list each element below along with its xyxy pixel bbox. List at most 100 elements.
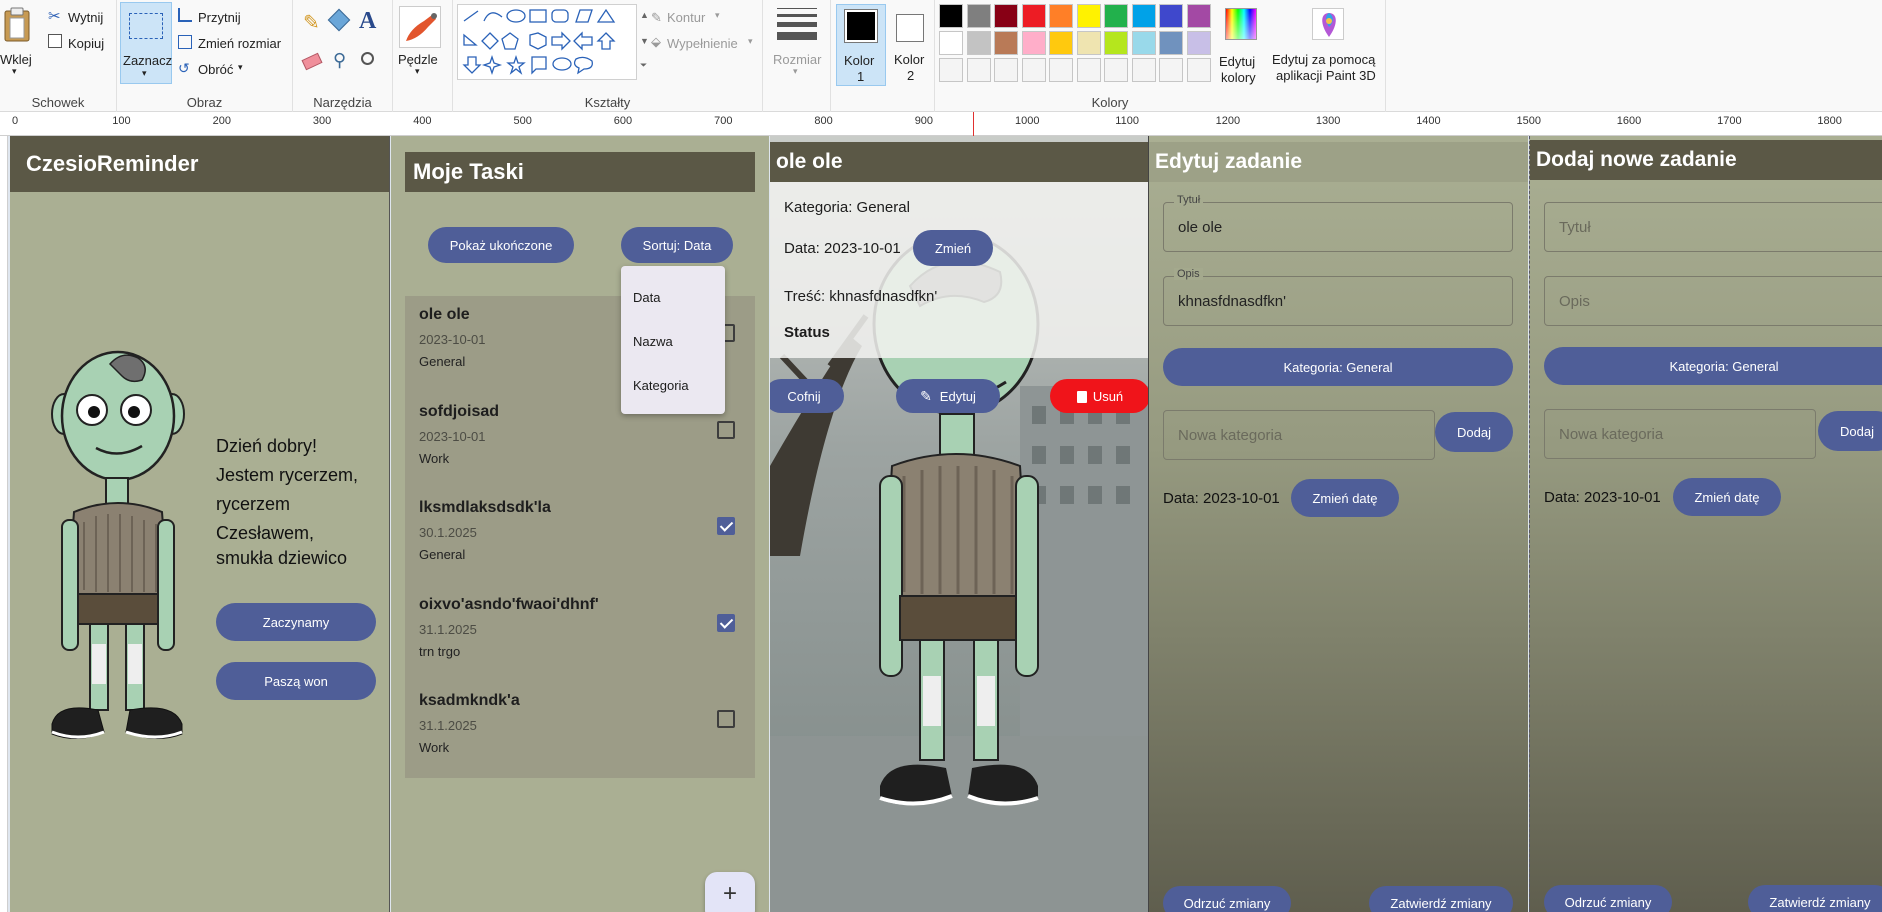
edit-change-date-button[interactable]: Zmień datę [1291,479,1399,517]
size-button[interactable]: Rozmiar [773,52,821,67]
change-date-button[interactable]: Zmień [913,230,993,266]
edit-new-category-input[interactable]: Nowa kategoria [1163,410,1435,460]
eraser-icon[interactable] [301,52,323,71]
fill-dropdown-icon[interactable]: ▾ [748,36,753,47]
color-picker-icon[interactable]: ⚲ [333,50,346,71]
sort-option-nazwa[interactable]: Nazwa [633,334,673,349]
edit-title-field[interactable]: Tytuł ole ole [1163,194,1513,252]
resize-button[interactable]: Zmień rozmiar [198,36,281,51]
paste-button[interactable]: Wklej [0,52,32,67]
pencil-icon[interactable]: ✎ [303,10,320,35]
size-dropdown-icon[interactable]: ▾ [793,66,798,77]
edit-add-category-button[interactable]: Dodaj [1435,412,1513,452]
empty-color-swatch[interactable] [994,58,1018,82]
color-swatch[interactable] [994,31,1018,55]
edit-colors-button[interactable]: Edytuj kolory [1211,4,1271,86]
add-category-button[interactable]: Kategoria: General [1544,347,1882,385]
color-swatch[interactable] [939,4,963,28]
select-button[interactable]: Zaznacz ▾ [120,2,172,84]
empty-color-swatch[interactable] [1186,58,1211,82]
color-swatch[interactable] [1021,4,1046,28]
color-swatch[interactable] [1104,31,1128,55]
add-add-category-button[interactable]: Dodaj [1818,411,1882,451]
outline-button[interactable]: Kontur [667,10,705,25]
color-swatch[interactable] [1186,31,1211,55]
empty-color-swatch[interactable] [1104,58,1128,82]
shapes-gallery[interactable] [457,4,637,80]
add-new-category-input[interactable]: Nowa kategoria [1544,409,1816,459]
empty-color-swatch[interactable] [1131,58,1156,82]
shapes-expand-icon[interactable]: ⏷ [640,60,647,71]
copy-button[interactable]: Kopiuj [68,36,104,51]
color-swatch[interactable] [1076,31,1101,55]
task-done-checkbox[interactable] [717,613,735,632]
edit-description-field[interactable]: Opis khnasfdnasdfkn' [1163,268,1513,326]
color-swatch[interactable] [1049,31,1073,55]
show-completed-button[interactable]: Pokaż ukończone [428,227,574,263]
color-swatch[interactable] [1159,4,1183,28]
color-swatch[interactable] [966,4,991,28]
task-list-item[interactable]: lksmdlaksdsdk'la 30.1.2025 General [419,489,739,585]
color-swatch[interactable] [939,31,963,55]
color-swatch[interactable] [1131,31,1156,55]
add-description-field[interactable]: Opis [1544,276,1882,326]
color-swatch[interactable] [1159,31,1183,55]
edit-category-button[interactable]: Kategoria: General [1163,348,1513,386]
color1-button[interactable]: Kolor 1 [836,4,886,86]
brushes-button[interactable]: Pędzle [398,52,438,67]
brush-icon[interactable] [399,6,441,48]
fill-bucket-icon[interactable] [327,8,351,32]
color-swatch[interactable] [994,4,1018,28]
task-done-checkbox[interactable] [717,517,735,535]
start-button[interactable]: Zaczynamy [216,603,376,641]
paste-dropdown-icon[interactable]: ▾ [12,66,17,77]
cut-button[interactable]: Wytnij [68,10,103,25]
shapes-scroll-down-icon[interactable]: ▼ [640,36,649,46]
edit-confirm-button[interactable]: Zatwierdź zmiany [1369,886,1513,912]
add-confirm-button[interactable]: Zatwierdź zmiany [1748,885,1882,912]
color1-num: 1 [857,69,865,84]
crop-button[interactable]: Przytnij [198,10,241,25]
task-done-checkbox[interactable] [717,420,735,439]
empty-color-swatch[interactable] [1159,58,1183,82]
paint3d-button[interactable]: Edytuj za pomocą aplikacji Paint 3D [1270,4,1386,88]
color2-swatch [896,14,924,42]
color-swatch[interactable] [966,31,991,55]
add-change-date-button[interactable]: Zmień datę [1673,478,1781,516]
add-discard-button[interactable]: Odrzuć zmiany [1544,885,1672,912]
empty-color-swatch[interactable] [1021,58,1046,82]
edit-button[interactable]: ✎ Edytuj [896,379,1000,413]
color-swatch[interactable] [1104,4,1128,28]
paste-icon[interactable] [2,6,32,44]
add-task-fab[interactable]: + [705,872,755,912]
task-done-checkbox[interactable] [717,710,735,728]
empty-color-swatch[interactable] [966,58,991,82]
brushes-dropdown-icon[interactable]: ▾ [415,66,420,77]
sort-option-data[interactable]: Data [633,290,660,305]
sort-option-kategoria[interactable]: Kategoria [633,378,689,393]
leave-button[interactable]: Paszą won [216,662,376,700]
delete-button[interactable]: Usuń [1050,379,1148,413]
task-list-item[interactable]: ksadmkndk'a 31.1.2025 Work [419,682,739,778]
back-button[interactable]: Cofnij [770,379,844,413]
empty-color-swatch[interactable] [1049,58,1073,82]
text-icon[interactable]: A [359,8,376,35]
empty-color-swatch[interactable] [1076,58,1101,82]
task-list-item[interactable]: oixvo'asndo'fwaoi'dhnf' 31.1.2025 trn trgo [419,586,739,682]
empty-color-swatch[interactable] [939,58,963,82]
color-swatch[interactable] [1131,4,1156,28]
magnifier-icon[interactable] [361,52,374,65]
color-swatch[interactable] [1021,31,1046,55]
rotate-button[interactable]: Obróć [198,62,233,77]
rotate-dropdown-icon[interactable]: ▾ [238,62,243,73]
fill-button[interactable]: Wypełnienie [667,36,738,51]
shapes-scroll-up-icon[interactable]: ▲ [640,10,649,20]
color-swatch[interactable] [1076,4,1101,28]
sort-button[interactable]: Sortuj: Data [621,227,733,263]
edit-discard-button[interactable]: Odrzuć zmiany [1163,886,1291,912]
color-swatch[interactable] [1049,4,1073,28]
outline-dropdown-icon[interactable]: ▾ [715,10,720,21]
color2-button[interactable]: Kolor 2 [888,4,934,86]
color-swatch[interactable] [1186,4,1211,28]
add-title-field[interactable]: Tytuł [1544,202,1882,252]
